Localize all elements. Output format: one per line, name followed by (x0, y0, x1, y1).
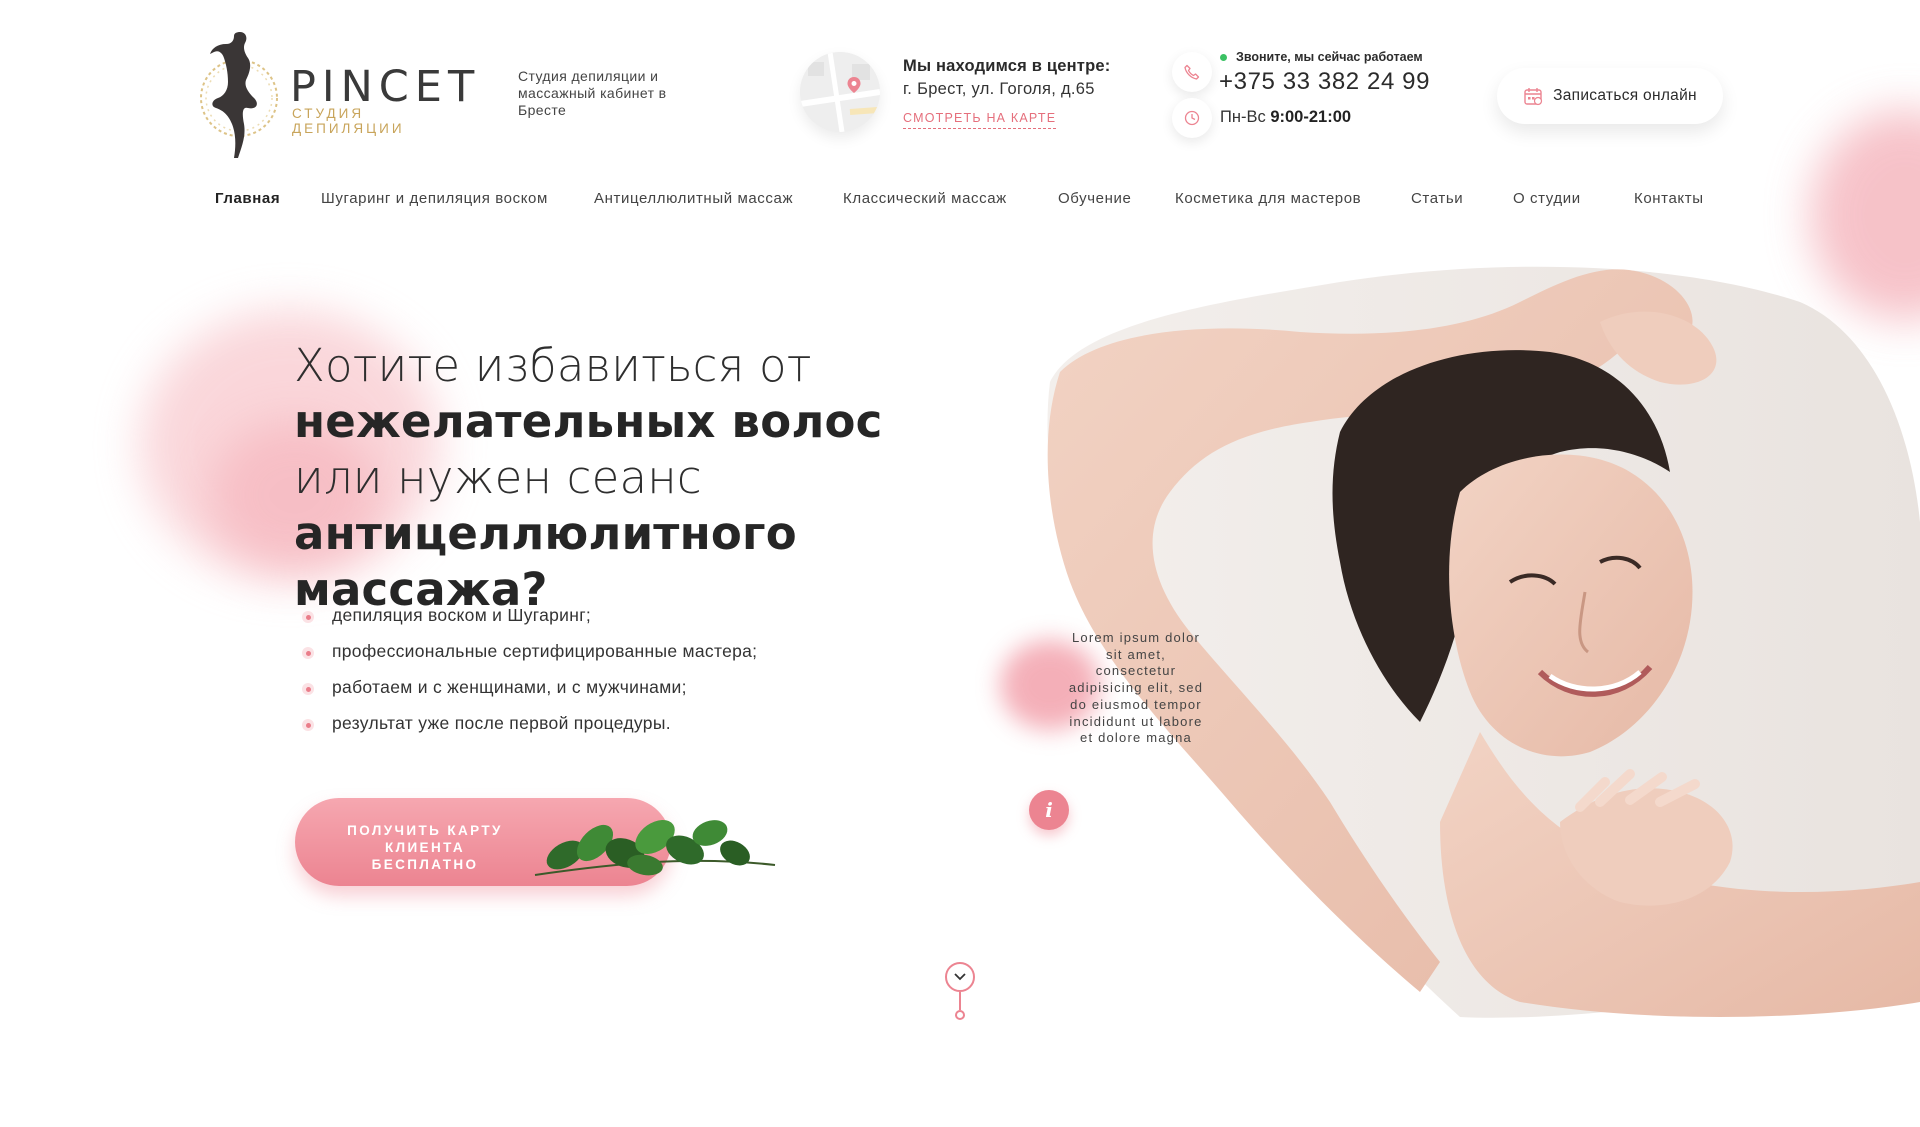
nav-item-home[interactable]: Главная (215, 190, 280, 207)
nav-item-articles[interactable]: Статьи (1411, 190, 1463, 207)
nav-item-classic-massage[interactable]: Классический массаж (843, 190, 1007, 207)
benefit-item: результат уже после первой процедуры. (296, 713, 757, 749)
logo-subtitle: СТУДИЯ ДЕПИЛЯЦИИ (292, 106, 405, 136)
nav-item-cosmetics[interactable]: Косметика для мастеров (1175, 190, 1361, 207)
nav-item-anticellulite[interactable]: Антицеллюлитный массаж (594, 190, 793, 207)
benefits-list: депиляция воском и Шугаринг; профессиона… (296, 605, 757, 749)
clock-icon (1184, 110, 1200, 126)
hours-days: Пн-Вс (1220, 108, 1266, 126)
benefit-item: работаем и с женщинами, и с мужчинами; (296, 677, 757, 713)
studio-description: Студия депиляции и массажный кабинет в Б… (518, 68, 667, 118)
logo-name: PINCET (290, 62, 481, 112)
hours-time: 9:00-21:00 (1270, 108, 1352, 126)
scroll-down-button[interactable] (945, 962, 975, 992)
main-navigation: Главная Шугаринг и депиляция воском Анти… (0, 190, 1920, 218)
view-on-map-link[interactable]: СМОТРЕТЬ НА КАРТЕ (903, 111, 1057, 129)
info-icon-button[interactable]: i (1029, 790, 1069, 830)
logo[interactable]: PINCET СТУДИЯ ДЕПИЛЯЦИИ (192, 28, 482, 160)
phone-icon (1184, 64, 1200, 80)
scroll-indicator-tail (955, 992, 965, 1020)
clock-icon-wrapper (1172, 98, 1212, 138)
phone-number-link[interactable]: +375 33 382 24 99 (1219, 68, 1430, 96)
location-address: г. Брест, ул. Гоголя, д.65 (903, 80, 1095, 98)
info-icon: i (1045, 798, 1053, 822)
leaves-decoration-icon (534, 819, 776, 876)
hero-title-line-2: нежелательных волос (294, 395, 883, 448)
chevron-down-icon (954, 973, 966, 981)
woman-silhouette-logo-icon (200, 32, 278, 158)
phone-icon-button[interactable] (1172, 52, 1212, 92)
location-title: Мы находимся в центре: (903, 57, 1111, 75)
nav-item-contacts[interactable]: Контакты (1634, 190, 1704, 207)
benefit-item: профессиональные сертифицированные масте… (296, 641, 757, 677)
get-client-card-label: ПОЛУЧИТЬ КАРТУ КЛИЕНТА БЕСПЛАТНО (347, 823, 503, 872)
info-tooltip-text: Lorem ipsum dolor sit amet, consectetur … (1068, 630, 1204, 746)
call-status-note: Звоните, мы сейчас работаем (1236, 50, 1423, 64)
hero-title-line-3: или нужен сеанс (294, 451, 702, 504)
book-online-button[interactable]: Записаться онлайн (1497, 68, 1723, 124)
map-thumbnail[interactable] (800, 52, 880, 132)
hero-title-line-1: Хотите избавиться от (294, 339, 812, 392)
hero-title: Хотите избавиться от нежелательных волос… (294, 338, 1054, 618)
nav-item-sugaring[interactable]: Шугаринг и депиляция воском (321, 190, 548, 207)
nav-item-about[interactable]: О студии (1513, 190, 1581, 207)
calendar-icon (1524, 88, 1543, 106)
book-online-label: Записаться онлайн (1553, 87, 1697, 104)
working-hours: Пн-Вс 9:00-21:00 (1220, 108, 1351, 127)
map-pin-icon (847, 77, 861, 93)
map-image-icon (800, 52, 880, 132)
benefit-item: депиляция воском и Шугаринг; (296, 605, 757, 641)
hero-title-line-4: антицеллюлитного массажа? (294, 507, 797, 616)
nav-item-training[interactable]: Обучение (1058, 190, 1131, 207)
